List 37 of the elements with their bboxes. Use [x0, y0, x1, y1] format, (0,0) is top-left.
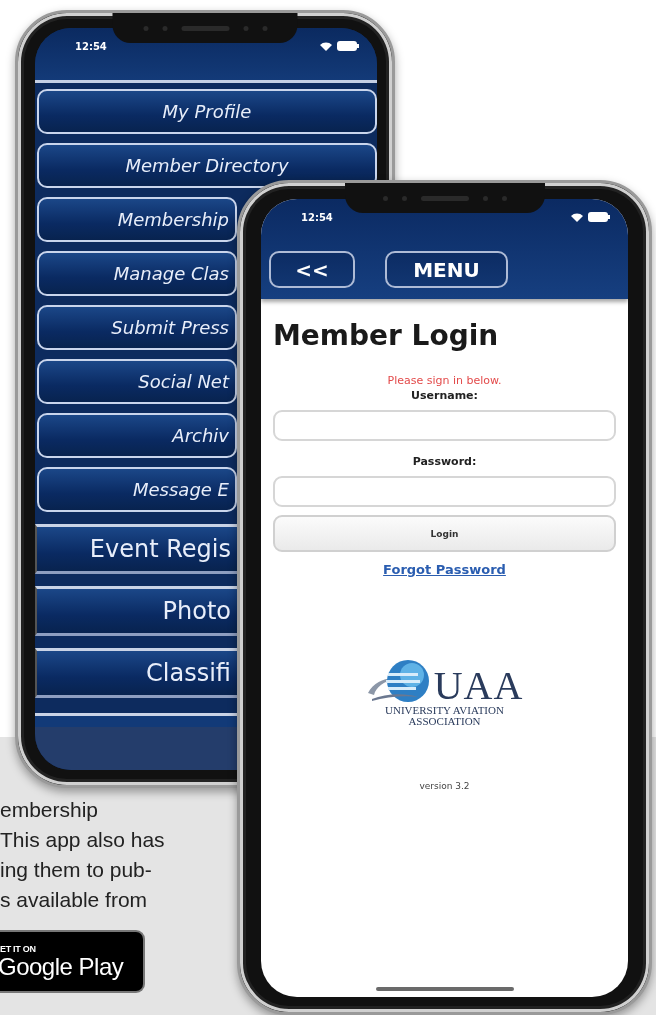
forgot-password-link[interactable]: Forgot Password	[383, 562, 506, 577]
field-label: Username:	[411, 389, 478, 402]
field-label: Password:	[412, 455, 477, 468]
menu-button[interactable]: Archiv	[37, 413, 237, 458]
wifi-icon	[320, 41, 332, 51]
menu-button[interactable]: Social Net	[37, 359, 237, 404]
back-button[interactable]: <<	[269, 251, 355, 288]
version-text: version 3.2	[419, 781, 470, 791]
logo-acronym: UAA	[433, 667, 524, 705]
menu-button[interactable]: Photo	[35, 586, 237, 636]
menu-button[interactable]: My Profile	[37, 89, 377, 134]
logo-name: UNIVERSITY AVIATION	[385, 705, 504, 716]
menu-button[interactable]: Event Regis	[35, 524, 237, 574]
globe-logo-icon	[365, 659, 432, 705]
menu-button[interactable]: Submit Press	[37, 305, 237, 350]
store-badge[interactable]: ET IT ON Google Play	[0, 930, 145, 993]
input-field[interactable]	[273, 410, 616, 441]
description-line: embership	[0, 797, 99, 823]
menu-button[interactable]: Classifi	[35, 648, 237, 698]
logo-name: ASSOCIATION	[408, 716, 481, 727]
menu-button[interactable]: Manage Clas	[37, 251, 237, 296]
login-button[interactable]: Login	[273, 515, 616, 552]
battery-icon	[588, 212, 610, 222]
menu-button[interactable]: Message E	[37, 467, 237, 512]
description-line: This app also has	[0, 827, 165, 853]
description-line: s available from	[0, 887, 148, 913]
wifi-icon	[571, 212, 583, 222]
input-field[interactable]	[273, 476, 616, 507]
status-time: 12:54	[75, 40, 107, 52]
menu-button[interactable]: Membership	[37, 197, 237, 242]
page-title: Member Login	[273, 319, 499, 352]
description-line: ing them to pub-	[0, 857, 152, 883]
menu-button[interactable]: MENU	[385, 251, 508, 288]
battery-icon	[337, 41, 359, 51]
status-time: 12:54	[301, 211, 333, 223]
menu-button[interactable]: Member Directory	[37, 143, 377, 188]
sign-in-message: Please sign in below.	[387, 374, 502, 387]
